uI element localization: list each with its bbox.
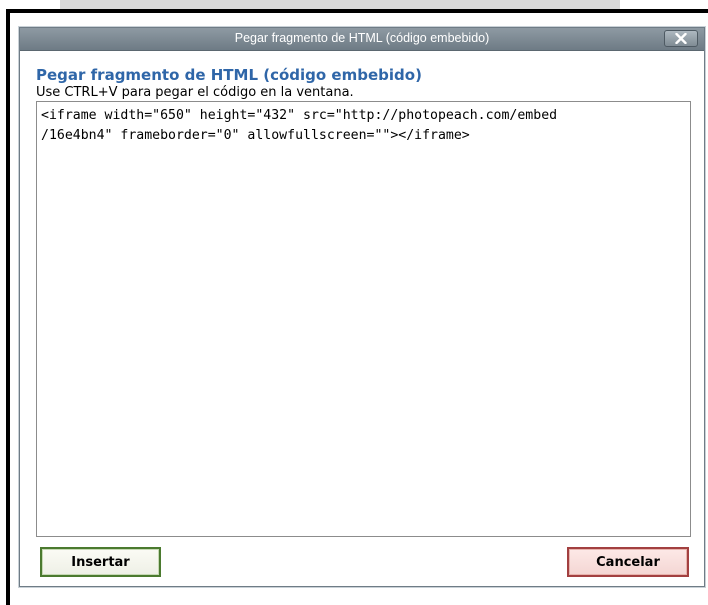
dialog-titlebar[interactable]: Pegar fragmento de HTML (código embebido… [20, 28, 704, 51]
paste-html-dialog: Pegar fragmento de HTML (código embebido… [19, 27, 705, 587]
cancel-button[interactable]: Cancelar [567, 547, 689, 577]
dialog-instruction: Use CTRL+V para pegar el código en la ve… [36, 85, 354, 100]
close-button[interactable] [664, 30, 698, 47]
insert-button[interactable]: Insertar [40, 547, 161, 577]
close-icon [675, 33, 687, 44]
dialog-title: Pegar fragmento de HTML (código embebido… [234, 31, 490, 45]
dialog-heading: Pegar fragmento de HTML (código embebido… [36, 66, 422, 84]
embed-code-textarea[interactable]: <iframe width="650" height="432" src="ht… [36, 101, 691, 537]
